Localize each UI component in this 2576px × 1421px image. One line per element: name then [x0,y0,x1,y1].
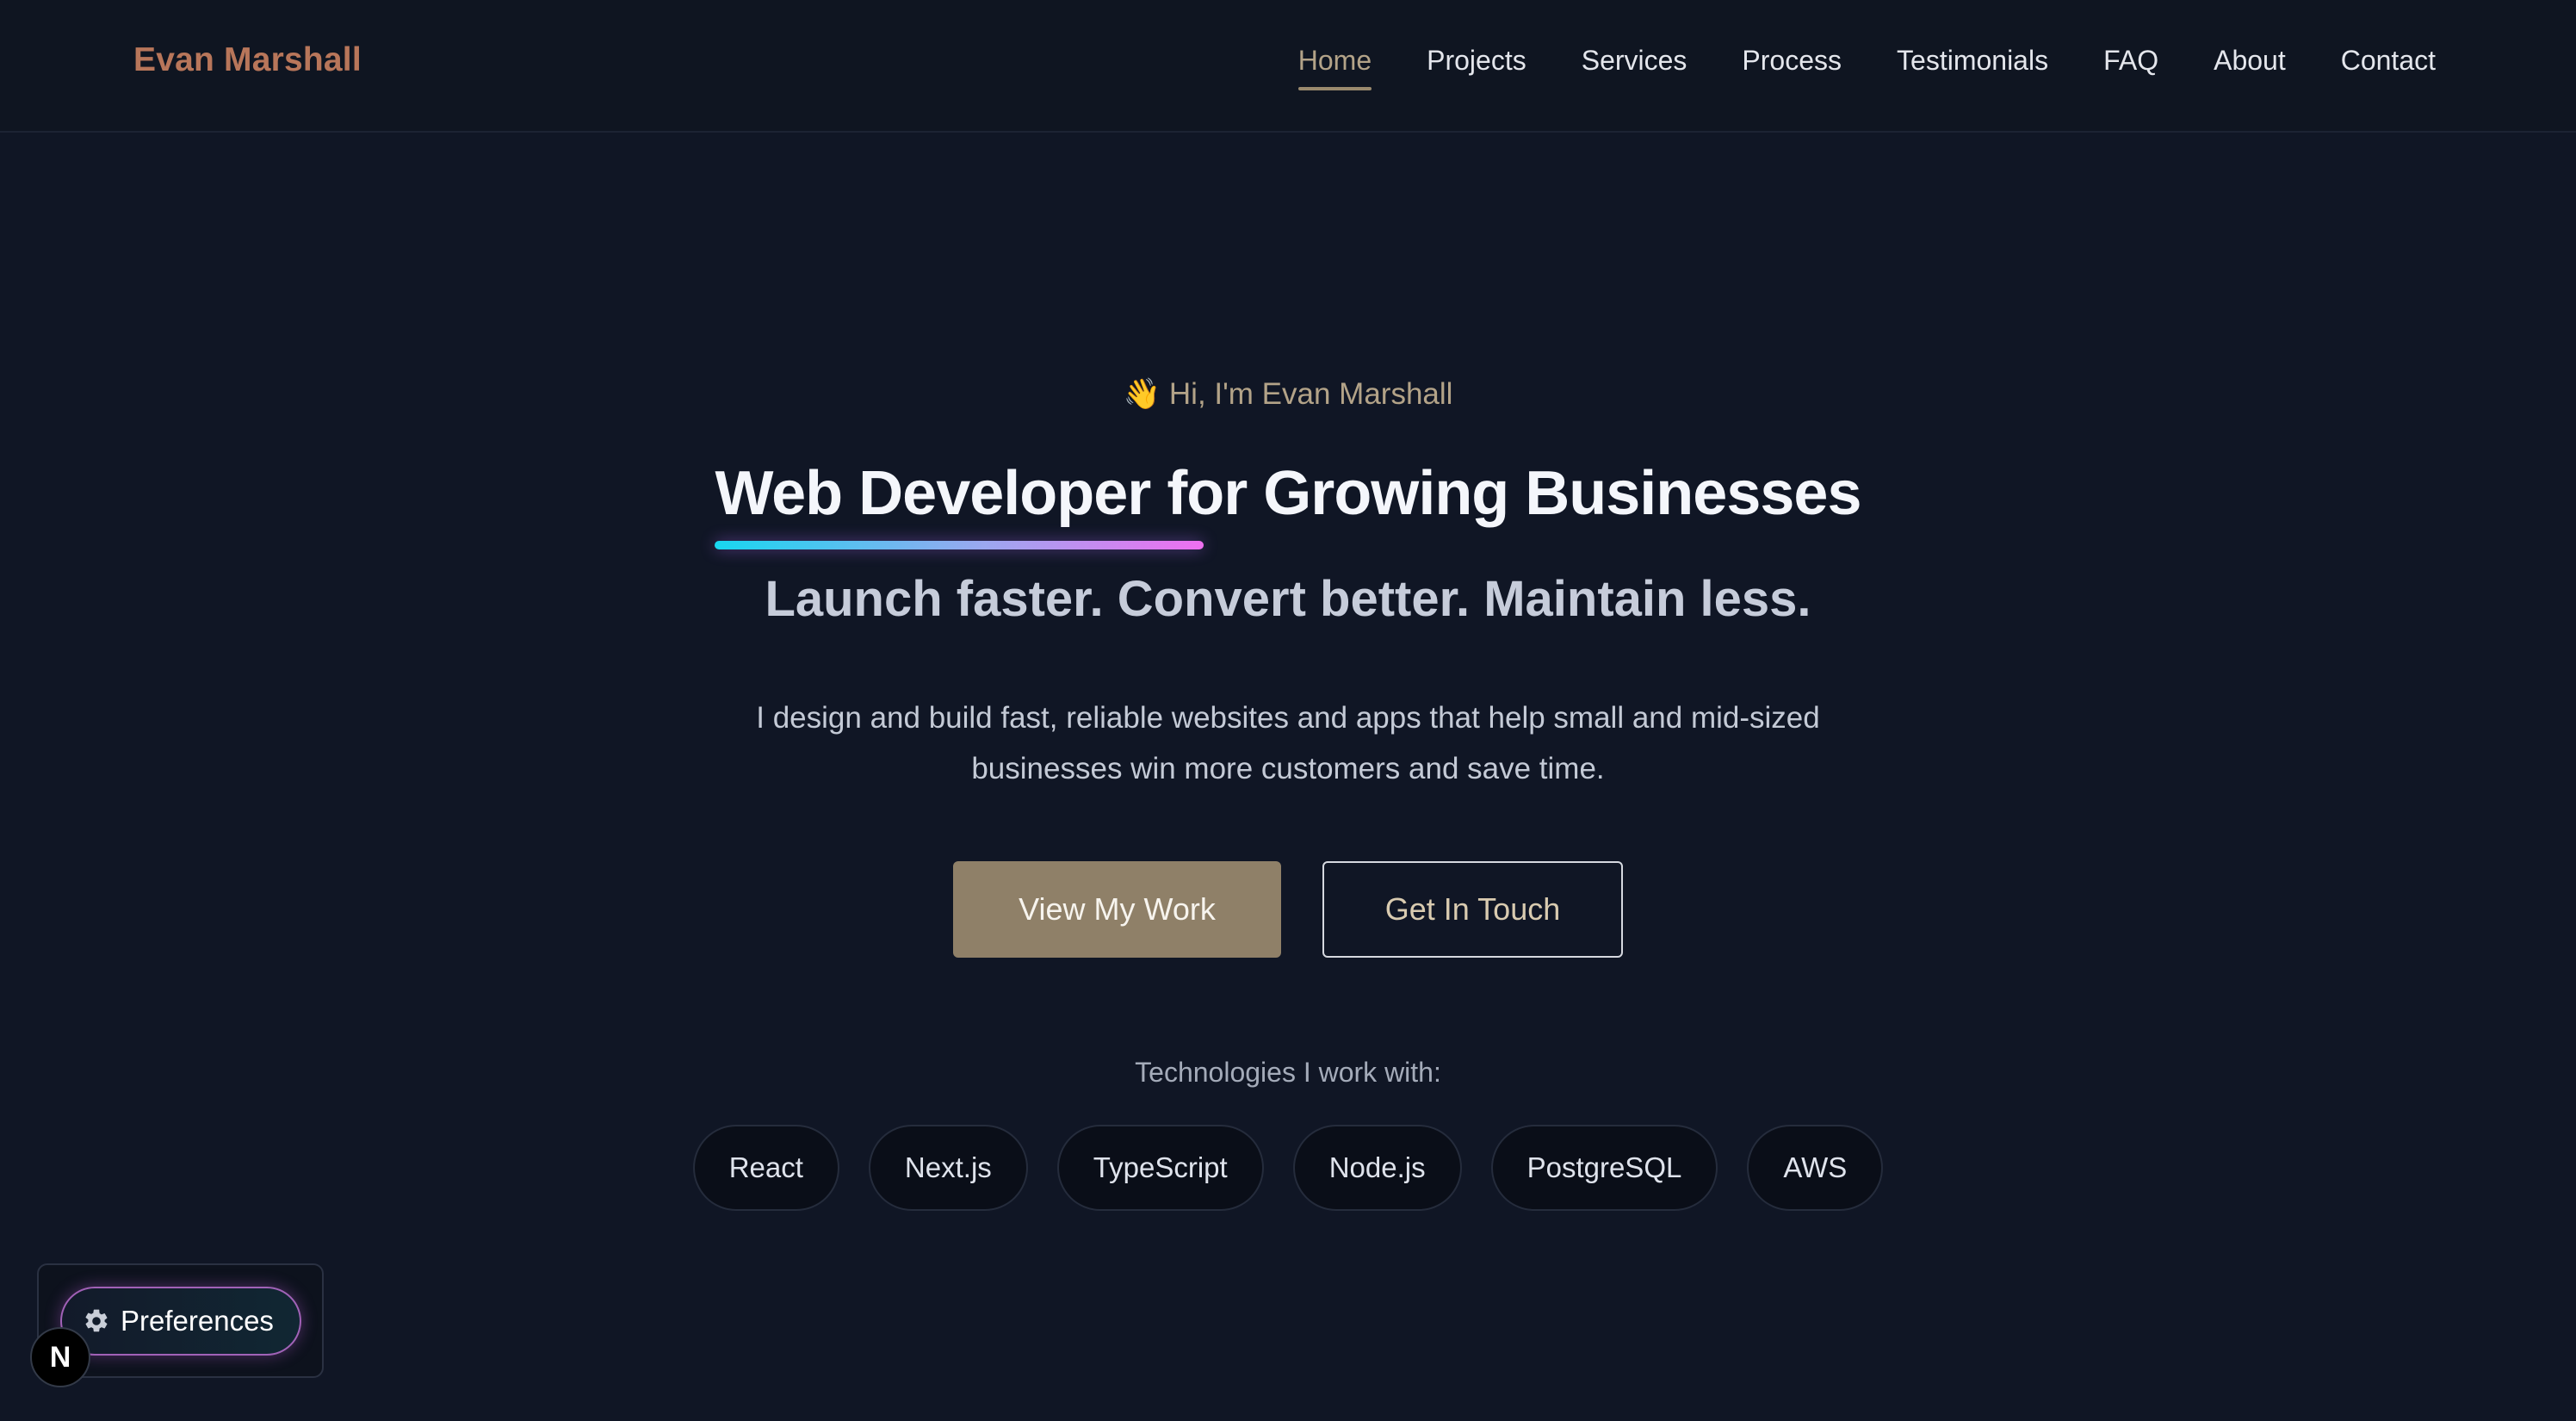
title-gradient-underline [715,541,1204,549]
hero-title-text: Web Developer for Growing Businesses [715,459,1861,528]
tech-chip-nodejs: Node.js [1292,1125,1462,1211]
site-header: Evan Marshall Home Projects Services Pro… [0,0,2576,133]
greeting-text: Hi, I'm Evan Marshall [1168,377,1453,411]
nav-faq[interactable]: FAQ [2103,45,2158,90]
hero-title: Web Developer for Growing Businesses [715,458,1862,549]
tech-chip-aws: AWS [1747,1125,1884,1211]
brand-logo[interactable]: Evan Marshall [133,41,362,79]
hero-title-wrap: Web Developer for Growing Businesses [0,458,2576,549]
waving-hand-icon: 👋 [1123,377,1161,411]
preferences-button[interactable]: Preferences [60,1287,301,1356]
nav-about[interactable]: About [2214,45,2286,90]
technologies-list: React Next.js TypeScript Node.js Postgre… [0,1125,2576,1211]
preferences-label: Preferences [121,1305,274,1337]
gear-icon [85,1309,108,1332]
nav-process[interactable]: Process [1742,45,1842,90]
hero-subtitle: Launch faster. Convert better. Maintain … [765,571,1811,627]
nav-testimonials[interactable]: Testimonials [1897,45,2048,90]
main-nav: Home Projects Services Process Testimoni… [1297,45,2436,90]
hero-cta-row: View My Work Get In Touch [0,861,2576,958]
nav-contact[interactable]: Contact [2341,45,2436,90]
get-in-touch-button[interactable]: Get In Touch [1322,861,1623,958]
nav-home[interactable]: Home [1297,45,1372,90]
tech-chip-postgresql: PostgreSQL [1490,1125,1718,1211]
nextjs-dev-badge[interactable]: N [30,1327,90,1387]
nav-projects[interactable]: Projects [1427,45,1526,90]
technologies-label: Technologies I work with: [1135,1057,1441,1088]
tech-chip-typescript: TypeScript [1056,1125,1264,1211]
nextjs-logo-icon: N [49,1340,71,1374]
tech-chip-nextjs: Next.js [868,1125,1028,1211]
hero-greeting: 👋 Hi, I'm Evan Marshall [0,376,2576,412]
tech-chip-react: React [692,1125,839,1211]
hero-description: I design and build fast, reliable websit… [756,701,1820,785]
view-my-work-button[interactable]: View My Work [953,861,1281,958]
nav-services[interactable]: Services [1582,45,1687,90]
